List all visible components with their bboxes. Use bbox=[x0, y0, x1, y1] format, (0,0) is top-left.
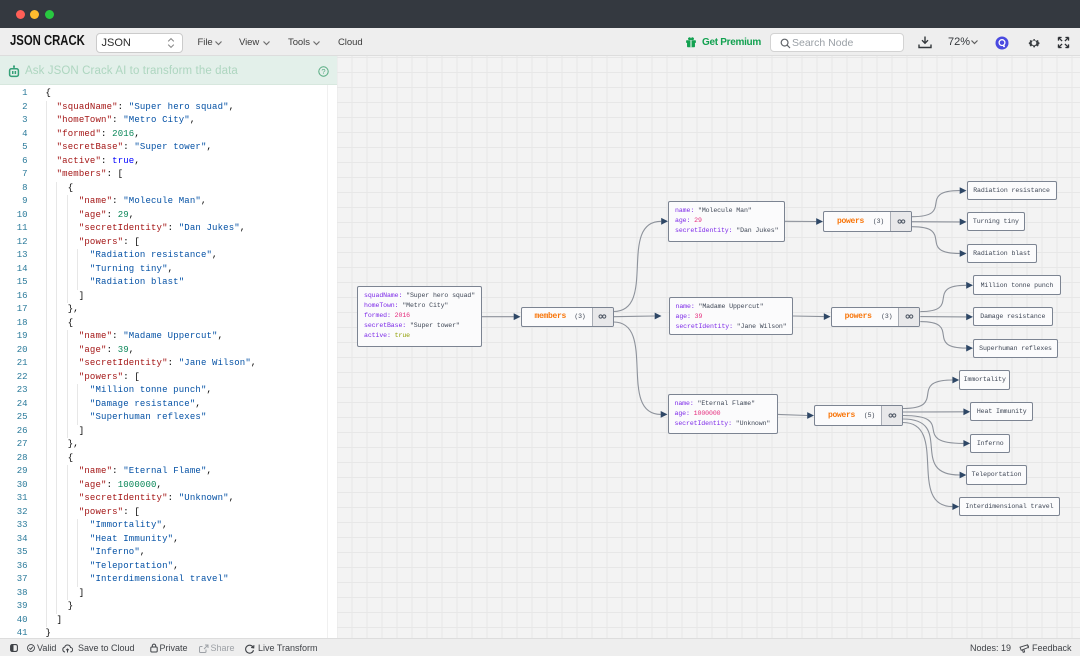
svg-text:?: ? bbox=[321, 67, 325, 76]
